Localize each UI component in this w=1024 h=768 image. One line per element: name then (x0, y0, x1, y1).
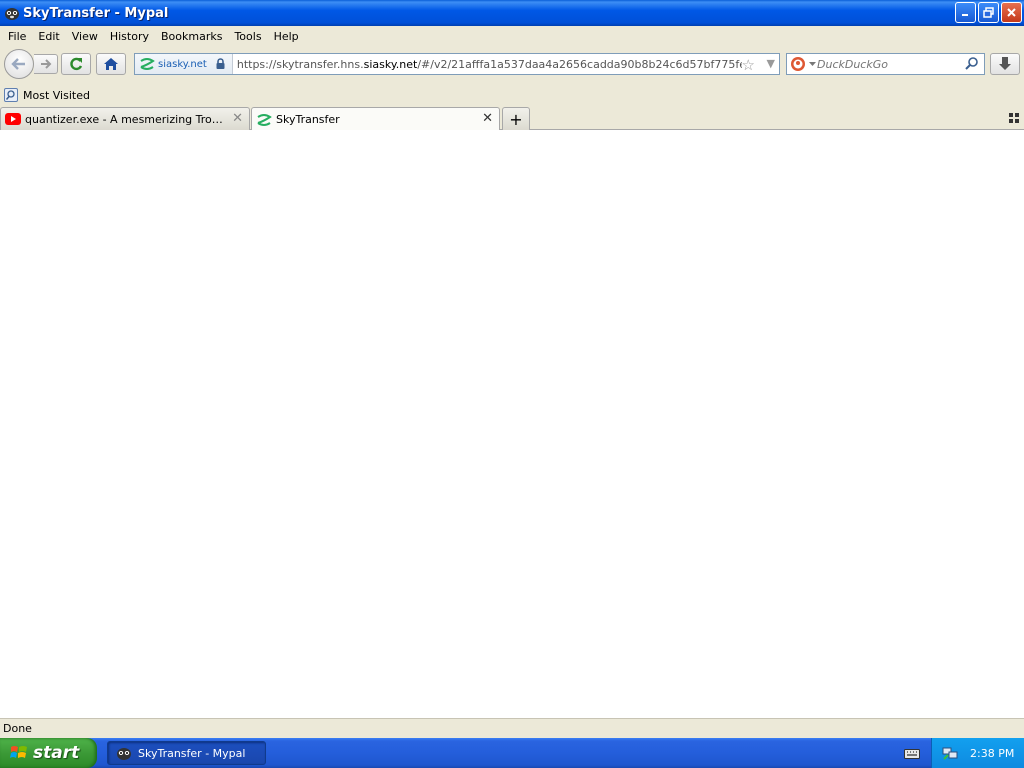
page-content (0, 130, 1024, 718)
menu-view[interactable]: View (66, 30, 104, 43)
status-text: Done (3, 722, 32, 735)
most-visited-bookmark[interactable]: Most Visited (4, 88, 90, 102)
back-button[interactable] (4, 49, 34, 79)
url-prefix: https://skytransfer.hns. (236, 57, 364, 71)
keyboard-icon[interactable] (904, 746, 920, 760)
plus-icon: + (509, 109, 523, 129)
skytransfer-favicon-icon (140, 58, 155, 70)
url-domain: siasky.net (363, 57, 418, 71)
restore-icon (983, 7, 994, 18)
url-text[interactable]: https://skytransfer.hns.siasky.net/#/v2/… (237, 58, 742, 71)
menu-history[interactable]: History (104, 30, 155, 43)
tab-title: quantizer.exe - A mesmerizing Trojan hor… (25, 112, 225, 126)
mypal-raccoon-icon (117, 748, 131, 760)
tab-title: SkyTransfer (276, 113, 340, 126)
reload-icon (70, 57, 83, 71)
downloads-button[interactable] (990, 53, 1020, 75)
search-icon[interactable] (964, 56, 980, 72)
start-button[interactable]: start (0, 738, 97, 768)
bookmarks-toolbar: Most Visited (0, 84, 1024, 106)
tab-close-icon[interactable]: ✕ (232, 111, 243, 126)
most-visited-label: Most Visited (23, 88, 90, 102)
site-identity-label: siasky.net (158, 58, 207, 70)
menu-bar: File Edit View History Bookmarks Tools H… (0, 26, 1024, 46)
new-tab-button[interactable]: + (502, 107, 530, 130)
bookmark-star-icon[interactable]: ☆ (742, 56, 755, 74)
start-label: start (33, 743, 80, 763)
tab-close-icon[interactable]: ✕ (482, 111, 493, 126)
download-arrow-icon (999, 57, 1011, 70)
url-dropdown-icon[interactable]: ▼ (767, 57, 775, 70)
menu-tools[interactable]: Tools (228, 30, 267, 43)
tab-skytransfer[interactable]: SkyTransfer ✕ (251, 107, 500, 131)
menu-help[interactable]: Help (268, 30, 305, 43)
taskbar-button-mypal[interactable]: SkyTransfer - Mypal (107, 741, 266, 765)
menu-edit[interactable]: Edit (32, 30, 65, 43)
network-icon[interactable] (942, 745, 958, 761)
forward-button[interactable] (34, 54, 58, 74)
taskbar: start SkyTransfer - Mypal 2:38 PM (0, 738, 1024, 768)
site-identity-button[interactable]: siasky.net (135, 54, 233, 74)
minimize-icon (962, 14, 968, 16)
lock-icon (216, 58, 225, 69)
back-arrow-icon (11, 58, 25, 70)
skytransfer-favicon-icon (257, 113, 272, 126)
minimize-button[interactable] (955, 2, 976, 23)
title-bar: SkyTransfer - Mypal (0, 0, 1024, 26)
youtube-icon (5, 113, 21, 125)
taskbar-button-label: SkyTransfer - Mypal (138, 746, 246, 760)
search-bar[interactable] (786, 53, 985, 75)
duckduckgo-icon (791, 57, 805, 71)
menu-bookmarks[interactable]: Bookmarks (155, 30, 228, 43)
window-title: SkyTransfer - Mypal (23, 5, 169, 21)
clock: 2:38 PM (970, 746, 1015, 760)
restore-button[interactable] (978, 2, 999, 23)
search-input[interactable] (817, 57, 957, 71)
chevron-down-icon (809, 62, 816, 66)
reload-button[interactable] (61, 53, 91, 75)
home-button[interactable] (96, 53, 126, 75)
menu-file[interactable]: File (2, 30, 32, 43)
status-bar: Done (0, 718, 1024, 738)
tab-strip: quantizer.exe - A mesmerizing Trojan hor… (0, 106, 1024, 131)
system-tray: 2:38 PM (931, 738, 1024, 768)
close-icon (1007, 8, 1016, 17)
search-engine-button[interactable] (787, 54, 817, 74)
windows-logo-icon (10, 746, 27, 758)
url-suffix: /#/v2/21afffa1a537daa4a2656cadda90b8b24c… (417, 57, 742, 71)
forward-arrow-icon (40, 59, 51, 69)
list-all-tabs-icon[interactable] (1008, 112, 1020, 124)
home-icon (104, 58, 118, 70)
tab-quantizer[interactable]: quantizer.exe - A mesmerizing Trojan hor… (0, 107, 250, 130)
mypal-raccoon-icon (4, 5, 20, 21)
navigation-toolbar: siasky.net https://skytransfer.hns.siask… (0, 46, 1024, 84)
url-bar[interactable]: siasky.net https://skytransfer.hns.siask… (134, 53, 780, 75)
most-visited-folder-icon (4, 88, 18, 102)
close-button[interactable] (1001, 2, 1022, 23)
